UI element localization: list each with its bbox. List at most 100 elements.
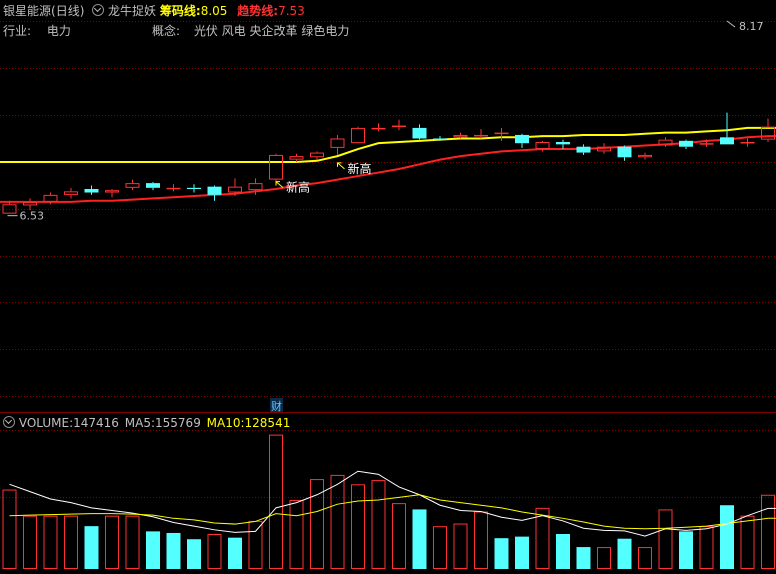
candle-body [166, 187, 181, 190]
low-label: 6.53 [20, 210, 45, 223]
volume-bar [638, 547, 652, 569]
volume-bar [597, 547, 611, 569]
candle-body [84, 188, 99, 193]
volume-bar [269, 434, 283, 569]
volume-bar [658, 509, 673, 569]
volume-bar [43, 515, 58, 570]
volume-bars [2, 434, 775, 570]
volume-bar [371, 480, 386, 569]
indicator-name[interactable]: 龙牛捉妖 [108, 4, 156, 18]
volume-label: VOLUME: [18, 416, 74, 430]
candle-body [679, 140, 693, 147]
candle-body [43, 194, 58, 202]
candle-body [125, 183, 140, 188]
candle-body [720, 137, 734, 145]
volume-bar [64, 515, 78, 570]
volume-bar [125, 515, 140, 570]
candle-body [23, 201, 37, 206]
chart-header: 银星能源(日线) 龙牛捉妖 筹码线:8.05 趋势线:7.53 [3, 4, 305, 18]
candle-body [638, 154, 652, 158]
candle-body [64, 191, 78, 195]
volume-bar [392, 503, 406, 569]
concept-label: 概念: [152, 24, 181, 38]
volume-bar [187, 539, 201, 569]
chip-line-value: 8.05 [200, 4, 228, 18]
candle-body [740, 142, 755, 144]
candle-body [433, 138, 447, 140]
candlestick-series [2, 112, 775, 214]
candle-body [289, 156, 304, 160]
candle-body [248, 183, 263, 191]
ma10-label: MA10: [206, 416, 245, 430]
industry-label: 行业: [3, 24, 32, 38]
chart-period: (日线) [51, 4, 85, 18]
volume-bar [453, 523, 468, 569]
industry-info: 行业: 电力 [3, 24, 71, 38]
candle-body [269, 154, 283, 180]
volume-menu-icon[interactable] [3, 416, 15, 428]
volume-bar [2, 489, 17, 569]
candle-body [515, 134, 529, 144]
volume-bar [720, 505, 734, 569]
chip-line-label: 筹码线: [159, 4, 201, 18]
trend-line-value: 7.53 [278, 4, 305, 18]
volume-bar [105, 515, 119, 570]
candle-body [105, 190, 119, 193]
candle-body [392, 125, 406, 128]
concept-value: 光伏 风电 央企改革 绿色电力 [193, 24, 350, 38]
new-high-label: 新高 [286, 180, 310, 195]
candle-body [576, 146, 591, 153]
chevron-down-icon [4, 416, 13, 425]
finance-event-label: 财 [271, 399, 282, 413]
volume-bar [166, 532, 181, 569]
volume-bar [494, 538, 509, 569]
candle-body [330, 138, 345, 148]
chart-canvas: 8.176.53新高新高财 [0, 20, 776, 570]
candle-body [371, 127, 386, 130]
volume-bar [84, 526, 99, 569]
candle-body [535, 142, 550, 150]
volume-bar [576, 547, 591, 569]
candle-body [2, 204, 17, 214]
volume-bar [289, 500, 304, 569]
candle-body [351, 127, 365, 144]
volume-bar [556, 534, 570, 569]
industry-value: 电力 [46, 24, 71, 38]
price-annotations: 8.176.53新高新高财 [7, 20, 764, 413]
high-label: 8.17 [739, 20, 764, 33]
candle-body [207, 186, 222, 195]
high-marker [726, 20, 736, 28]
volume-bar [433, 526, 447, 570]
new-high-arrow [337, 162, 345, 170]
volume-bar [699, 526, 714, 570]
candle-body [474, 134, 488, 137]
candle-body [310, 152, 324, 158]
candle-body [556, 142, 570, 145]
volume-bar [761, 494, 775, 569]
volume-header: VOLUME:147416 MA5:155769 MA10:128541 [3, 416, 290, 430]
volume-bar [146, 531, 160, 569]
volume-bar [330, 474, 345, 569]
indicator-menu-icon[interactable] [92, 4, 105, 16]
trend-line-label: 趋势线: [237, 4, 279, 18]
volume-bar [474, 511, 488, 569]
ma10-value: 128541 [244, 416, 291, 430]
ma5-value: 155769 [155, 416, 201, 430]
candle-body [228, 186, 242, 193]
volume-bar [740, 515, 755, 570]
volume-bar [617, 538, 632, 569]
new-high-arrow [275, 181, 284, 189]
candle-body [453, 134, 468, 138]
stock-name[interactable]: 银星能源 [3, 4, 51, 18]
candle-body [146, 183, 160, 188]
volume-bar [515, 536, 529, 569]
candle-body [187, 187, 201, 189]
volume-bar [412, 509, 427, 569]
candle-body [617, 146, 632, 158]
volume-bar [248, 520, 263, 570]
candle-body [412, 127, 427, 139]
volume-bar [351, 484, 365, 569]
volume-bar [228, 537, 242, 569]
volume-bar [207, 534, 222, 569]
concept-info: 概念: 光伏 风电 央企改革 绿色电力 [152, 24, 349, 38]
